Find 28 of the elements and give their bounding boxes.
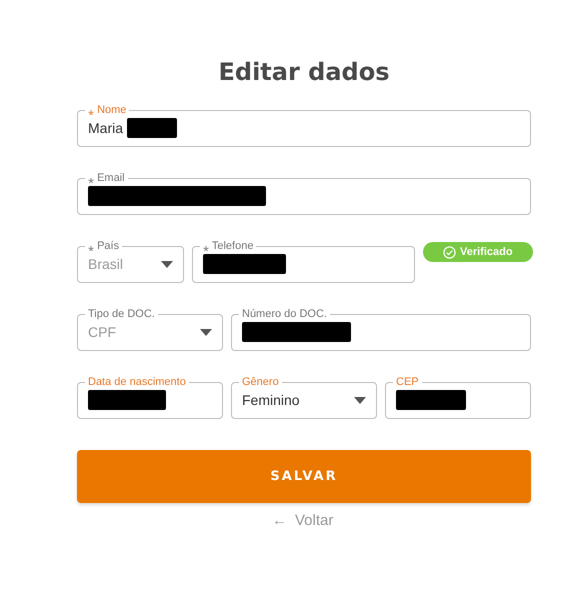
field-value: Feminino — [242, 392, 300, 408]
input-field[interactable]: CEP — [385, 376, 531, 419]
field-label: ⁎ Nome — [87, 104, 128, 116]
field-value: Maria — [88, 120, 124, 136]
field-value: Brasil — [88, 256, 124, 272]
back-link[interactable]: ← Voltar — [272, 512, 334, 529]
input-field[interactable]: ⁎ Email — [77, 172, 531, 215]
field-label: Número do DOC. — [241, 308, 328, 320]
input-field[interactable]: Data de nascimento — [77, 376, 223, 419]
select-field[interactable]: Gênero Feminino — [231, 376, 377, 419]
field-label: Tipo de DOC. — [87, 308, 156, 320]
input-field[interactable]: ⁎ Telefone — [192, 240, 415, 283]
input-field[interactable]: Número do DOC. — [231, 308, 531, 351]
field-label: ⁎ País — [87, 240, 120, 252]
field-value: CPF — [88, 324, 116, 340]
badge-label: Verificado — [460, 246, 513, 258]
field-label: Gênero — [241, 376, 280, 388]
field-label: CEP — [395, 376, 420, 388]
save-button[interactable]: SALVAR — [77, 450, 531, 503]
caret-icon — [161, 260, 173, 268]
field-label: ⁎ Telefone — [202, 240, 254, 252]
field-label: Data de nascimento — [87, 376, 187, 388]
field-label: ⁎ Email — [87, 172, 126, 184]
caret-icon — [354, 396, 366, 404]
input-field[interactable]: ⁎ Nome Maria — [77, 104, 531, 147]
check-circle-icon — [443, 246, 456, 258]
caret-icon — [200, 328, 212, 336]
page-title: Editar dados — [218, 58, 390, 86]
